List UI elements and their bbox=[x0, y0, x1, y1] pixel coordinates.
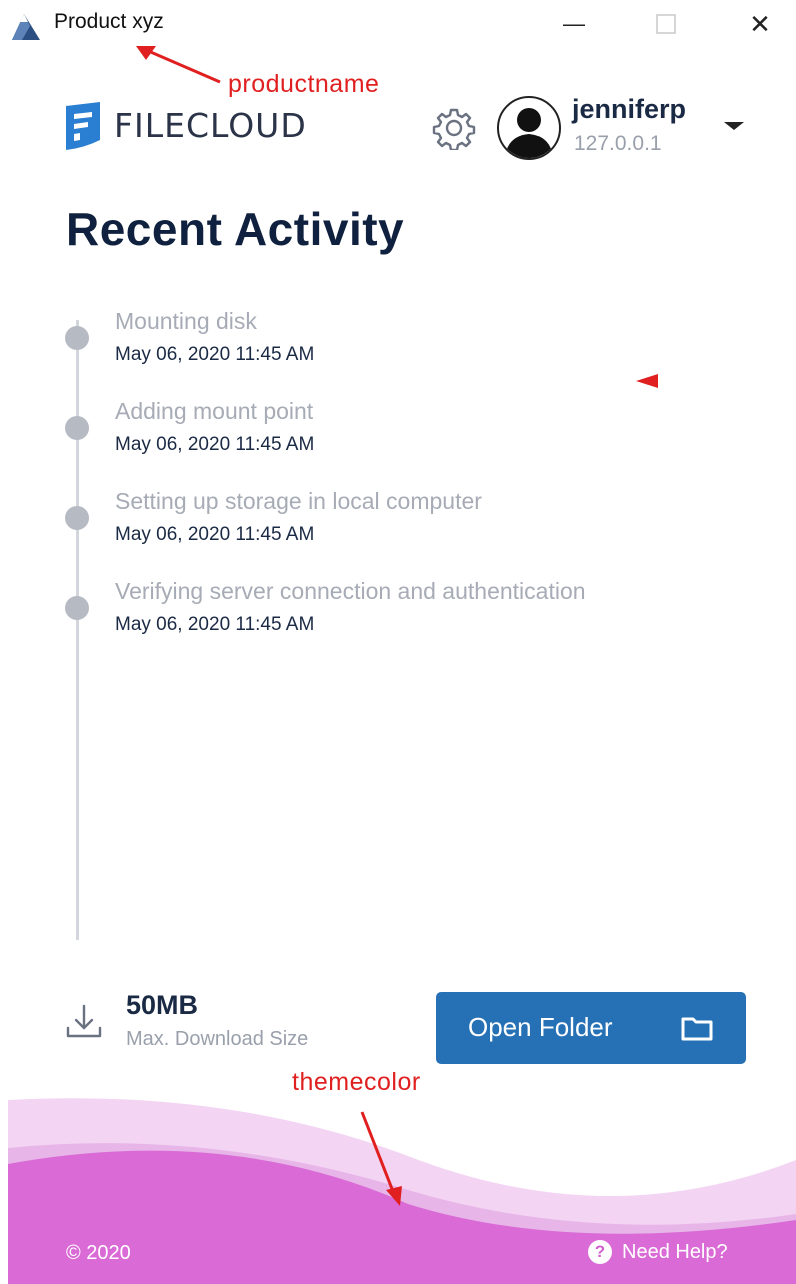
username: jenniferp bbox=[572, 94, 687, 124]
annotation-marker-icon bbox=[636, 374, 658, 388]
window-title: Product xyz bbox=[54, 10, 164, 33]
minimize-icon: — bbox=[563, 11, 585, 36]
page-title: Recent Activity bbox=[66, 203, 405, 255]
timeline-dot bbox=[65, 416, 89, 440]
activity-text: Mounting disk bbox=[115, 308, 257, 334]
activity-date: May 06, 2020 11:45 AM bbox=[115, 344, 315, 365]
timeline-dot bbox=[65, 596, 89, 620]
annotation-themecolor: themecolor bbox=[292, 1068, 421, 1096]
maximize-icon bbox=[656, 14, 676, 34]
annotation-arrow-themecolor bbox=[360, 1111, 402, 1206]
annotation-productname: productname bbox=[228, 70, 380, 98]
activity-text: Setting up storage in local computer bbox=[115, 488, 482, 514]
minimize-button[interactable]: — bbox=[550, 4, 598, 44]
logo-text: FILECLOUD bbox=[114, 105, 307, 145]
copyright: © 2020 bbox=[66, 1242, 131, 1264]
maximize-button[interactable] bbox=[642, 4, 690, 44]
download-size: 50MB bbox=[126, 990, 199, 1020]
timeline-dot bbox=[65, 506, 89, 530]
activity-item: Setting up storage in local computer May… bbox=[62, 488, 742, 568]
activity-item: Adding mount point May 06, 2020 11:45 AM bbox=[62, 398, 742, 478]
avatar[interactable] bbox=[497, 96, 561, 160]
activity-date: May 06, 2020 11:45 AM bbox=[115, 614, 315, 635]
activity-date: May 06, 2020 11:45 AM bbox=[115, 524, 315, 545]
help-icon: ? bbox=[588, 1240, 612, 1264]
mountain-icon bbox=[12, 14, 40, 40]
help-label: Need Help? bbox=[622, 1240, 728, 1263]
download-icon bbox=[66, 1004, 102, 1038]
server-address: 127.0.0.1 bbox=[574, 132, 662, 155]
activity-text: Adding mount point bbox=[115, 398, 314, 424]
title-bar: Product xyz — ✕ bbox=[0, 0, 796, 48]
open-folder-button[interactable]: Open Folder bbox=[436, 992, 746, 1064]
caret-down-icon[interactable] bbox=[722, 116, 746, 136]
activity-item: Verifying server connection and authenti… bbox=[62, 578, 742, 658]
help-link[interactable]: ? Need Help? bbox=[588, 1240, 728, 1264]
activity-date: May 06, 2020 11:45 AM bbox=[115, 434, 315, 455]
activity-text: Verifying server connection and authenti… bbox=[115, 578, 586, 604]
filecloud-logo: FILECLOUD bbox=[64, 100, 307, 150]
folder-icon bbox=[681, 1017, 713, 1041]
close-button[interactable]: ✕ bbox=[736, 4, 784, 44]
gear-icon[interactable] bbox=[432, 106, 476, 150]
timeline-dot bbox=[65, 326, 89, 350]
download-size-label: Max. Download Size bbox=[126, 1028, 309, 1050]
user-silhouette-icon bbox=[505, 108, 553, 158]
filecloud-logo-icon bbox=[66, 102, 100, 150]
annotation-arrow-productname bbox=[136, 46, 221, 84]
open-folder-label: Open Folder bbox=[468, 1012, 613, 1042]
close-icon: ✕ bbox=[749, 8, 771, 39]
